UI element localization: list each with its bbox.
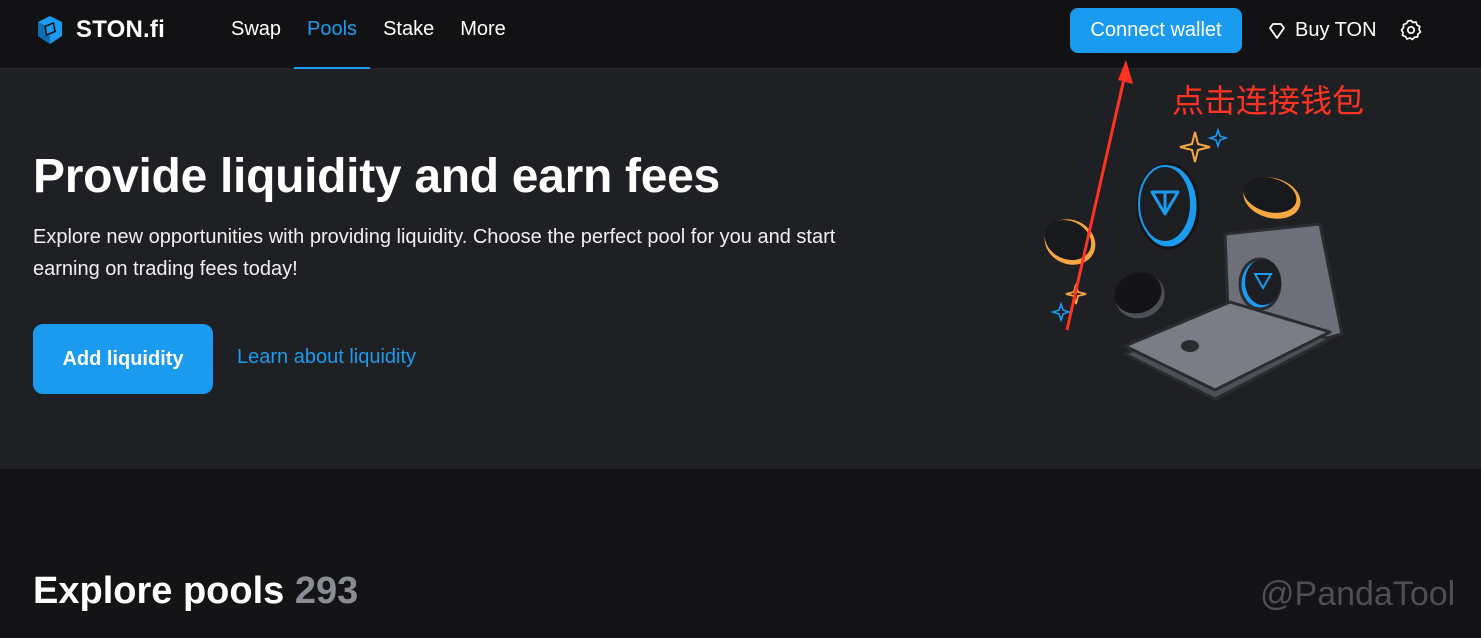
brand-logo[interactable]: STON.fi bbox=[34, 13, 165, 47]
buy-ton-label: Buy TON bbox=[1295, 19, 1377, 41]
pools-count: 293 bbox=[294, 570, 359, 612]
nav-pools[interactable]: Pools bbox=[294, 0, 371, 70]
add-liquidity-button[interactable]: Add liquidity bbox=[33, 324, 213, 394]
explore-pools-heading: Explore pools 293 bbox=[33, 570, 358, 613]
brand-name: STON.fi bbox=[76, 16, 165, 43]
hero-description: Explore new opportunities with providing… bbox=[33, 226, 836, 280]
nav-swap[interactable]: Swap bbox=[218, 0, 294, 69]
diamond-icon bbox=[1269, 22, 1285, 39]
explore-pools-title: Explore pools bbox=[33, 570, 285, 612]
learn-about-liquidity-link[interactable]: Learn about liquidity bbox=[237, 346, 416, 369]
nav-stake[interactable]: Stake bbox=[370, 0, 447, 69]
hero-title: Provide liquidity and earn fees bbox=[33, 150, 720, 203]
hero-section: Provide liquidity and earn fees Explore … bbox=[0, 69, 1481, 469]
wallet-coins-illustration bbox=[1044, 127, 1344, 401]
nav-more[interactable]: More bbox=[447, 0, 519, 69]
buy-ton-button[interactable]: Buy TON bbox=[1267, 8, 1377, 53]
ston-logo-icon bbox=[38, 16, 62, 44]
connect-wallet-button[interactable]: Connect wallet bbox=[1070, 8, 1242, 53]
watermark: @PandaTool bbox=[1260, 575, 1456, 613]
top-navbar: STON.fi Swap Pools Stake More Connect wa… bbox=[0, 0, 1481, 70]
main-nav: Swap Pools Stake More bbox=[218, 0, 519, 70]
annotation-label: 点击连接钱包 bbox=[1172, 82, 1365, 120]
gear-icon[interactable] bbox=[1399, 18, 1423, 42]
